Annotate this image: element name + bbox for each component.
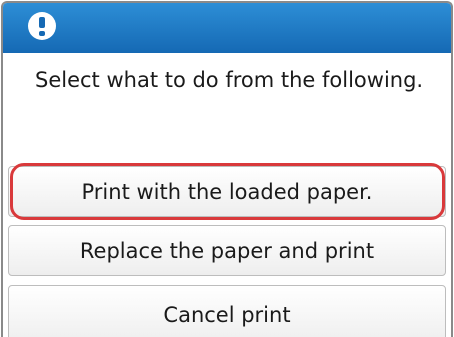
alert-icon xyxy=(28,12,56,40)
printer-screen: Select what to do from the following. Pr… xyxy=(0,0,454,337)
print-with-loaded-paper-button[interactable]: Print with the loaded paper. xyxy=(8,166,446,217)
dialog-title-bar xyxy=(3,3,451,53)
cancel-print-button[interactable]: Cancel print xyxy=(8,285,446,337)
dialog-message: Select what to do from the following. xyxy=(35,68,424,92)
replace-paper-and-print-button[interactable]: Replace the paper and print xyxy=(8,225,446,276)
